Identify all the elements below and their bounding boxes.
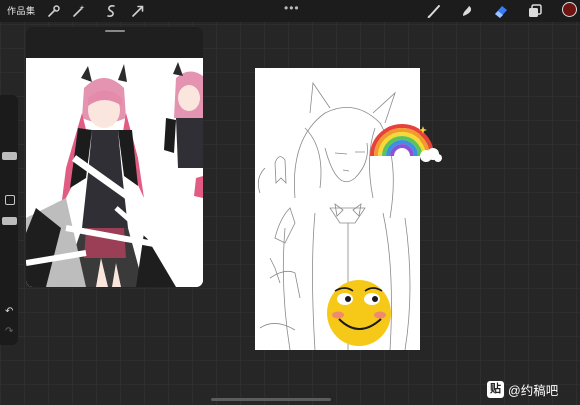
rainbow-sticker [370,124,442,162]
reference-drag-handle[interactable] [105,30,125,32]
modify-button[interactable] [5,195,15,205]
layers-icon[interactable] [526,2,544,20]
magic-wand-icon[interactable] [71,3,87,19]
wrench-icon[interactable] [46,3,62,19]
selection-icon[interactable] [103,3,119,19]
more-options-dots[interactable]: ••• [284,1,300,15]
watermark-text: @约稿吧 [508,383,559,398]
opacity-slider[interactable] [2,217,17,225]
undo-button[interactable]: ↶ [5,306,13,317]
smudge-icon[interactable] [458,2,476,20]
reference-panel[interactable] [26,27,203,287]
eraser-icon[interactable] [492,2,510,20]
top-toolbar: 作品集 ••• [0,0,580,22]
tieba-icon: 贴 [487,380,504,398]
transform-arrow-icon[interactable] [130,3,146,19]
watermark: 贴 @约稿吧 [487,379,558,399]
redo-button[interactable]: ↷ [5,326,13,337]
gallery-button[interactable]: 作品集 [7,4,36,17]
reference-image [26,58,203,287]
brush-size-slider[interactable] [2,152,17,160]
color-picker-swatch[interactable] [562,2,577,17]
smirk-emoji-sticker [327,280,391,346]
brush-icon[interactable] [425,2,443,20]
home-indicator[interactable] [211,398,331,401]
